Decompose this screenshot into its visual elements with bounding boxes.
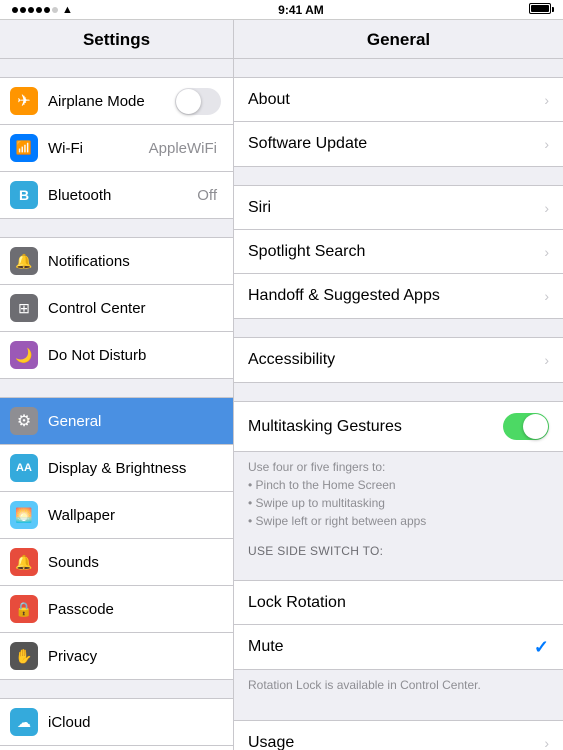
sidebar-label-wifi: Wi-Fi: [48, 140, 149, 157]
detail-item-siri[interactable]: Siri ›: [234, 186, 563, 230]
detail-label-mute: Mute: [248, 638, 534, 656]
detail-item-mute[interactable]: Mute ✓: [234, 625, 563, 669]
multitasking-hint: Use four or five fingers to:• Pinch to t…: [234, 452, 563, 538]
detail-group-multitasking: Multitasking Gestures: [234, 401, 563, 452]
detail-item-usage[interactable]: Usage ›: [234, 721, 563, 750]
sounds-icon: 🔔: [10, 548, 38, 576]
notifications-icon: 🔔: [10, 247, 38, 275]
display-icon: AA: [10, 454, 38, 482]
status-left: ▲: [12, 4, 73, 16]
detail-panel: General About › Software Update › Siri ›…: [234, 20, 563, 750]
chevron-icon: ›: [544, 735, 549, 750]
detail-label-lockrotation: Lock Rotation: [248, 594, 549, 612]
chevron-icon: ›: [544, 244, 549, 260]
detail-label-siri: Siri: [248, 199, 544, 217]
privacy-icon: ✋: [10, 642, 38, 670]
side-switch-label: USE SIDE SWITCH TO:: [234, 538, 563, 562]
detail-label-accessibility: Accessibility: [248, 351, 544, 369]
detail-group-about: About › Software Update ›: [234, 77, 563, 167]
status-bar: ▲ 9:41 AM: [0, 0, 563, 20]
donotdisturb-icon: 🌙: [10, 341, 38, 369]
detail-title: General: [234, 20, 563, 59]
sidebar-item-privacy[interactable]: ✋ Privacy: [0, 633, 233, 679]
sidebar-label-passcode: Passcode: [48, 601, 221, 618]
detail-group-usage: Usage › Background App Refresh ›: [234, 720, 563, 750]
sidebar-group-preferences: ⚙ General AA Display & Brightness 🌅 Wall…: [0, 397, 233, 680]
detail-item-accessibility[interactable]: Accessibility ›: [234, 338, 563, 382]
chevron-icon: ›: [544, 136, 549, 152]
sidebar-label-general: General: [48, 413, 221, 430]
sidebar-group-system: 🔔 Notifications ⊞ Control Center 🌙 Do No…: [0, 237, 233, 379]
detail-item-lockrotation[interactable]: Lock Rotation: [234, 581, 563, 625]
sidebar-label-privacy: Privacy: [48, 648, 221, 665]
status-right: [529, 3, 551, 17]
detail-label-about: About: [248, 91, 544, 109]
general-icon: ⚙: [10, 407, 38, 435]
detail-group-sideswitch: Lock Rotation Mute ✓: [234, 580, 563, 670]
sidebar-label-bluetooth: Bluetooth: [48, 187, 197, 204]
detail-label-softwareupdate: Software Update: [248, 135, 544, 153]
detail-group-accessibility: Accessibility ›: [234, 337, 563, 383]
sidebar-item-bluetooth[interactable]: B Bluetooth Off: [0, 172, 233, 218]
sidebar-item-controlcenter[interactable]: ⊞ Control Center: [0, 285, 233, 332]
detail-item-spotlight[interactable]: Spotlight Search ›: [234, 230, 563, 274]
sidebar-label-displaybrightness: Display & Brightness: [48, 460, 221, 477]
sidebar-label-controlcenter: Control Center: [48, 300, 221, 317]
bluetooth-icon: B: [10, 181, 38, 209]
sidebar-group-connectivity: ✈ Airplane Mode 📶 Wi-Fi AppleWiFi B Blue…: [0, 77, 233, 219]
detail-group-siri: Siri › Spotlight Search › Handoff & Sugg…: [234, 185, 563, 319]
chevron-icon: ›: [544, 288, 549, 304]
mute-checkmark: ✓: [534, 637, 549, 658]
sidebar-item-wallpaper[interactable]: 🌅 Wallpaper: [0, 492, 233, 539]
sidebar-label-donotdisturb: Do Not Disturb: [48, 347, 221, 364]
sidebar-item-displaybrightness[interactable]: AA Display & Brightness: [0, 445, 233, 492]
sidebar-item-passcode[interactable]: 🔒 Passcode: [0, 586, 233, 633]
signal-dots: [12, 7, 58, 13]
sidebar-label-sounds: Sounds: [48, 554, 221, 571]
sidebar-title: Settings: [0, 20, 233, 59]
status-time: 9:41 AM: [278, 3, 324, 17]
sidebar-item-donotdisturb[interactable]: 🌙 Do Not Disturb: [0, 332, 233, 378]
detail-label-multitasking: Multitasking Gestures: [248, 418, 503, 436]
sidebar-label-icloud: iCloud: [48, 714, 221, 731]
sidebar-value-wifi: AppleWiFi: [149, 140, 217, 157]
airplane-icon: ✈: [10, 87, 38, 115]
sidebar-item-itunes[interactable]: A iTunes & App Store: [0, 746, 233, 750]
detail-label-handoff: Handoff & Suggested Apps: [248, 287, 544, 305]
rotation-hint: Rotation Lock is available in Control Ce…: [234, 670, 563, 702]
sidebar-item-sounds[interactable]: 🔔 Sounds: [0, 539, 233, 586]
sidebar-item-wifi[interactable]: 📶 Wi-Fi AppleWiFi: [0, 125, 233, 172]
multitasking-toggle[interactable]: [503, 413, 549, 440]
main-layout: Settings ✈ Airplane Mode 📶 Wi-Fi AppleWi…: [0, 20, 563, 750]
sidebar-item-airplane[interactable]: ✈ Airplane Mode: [0, 78, 233, 125]
sidebar-group-accounts: ☁ iCloud A iTunes & App Store: [0, 698, 233, 750]
detail-item-softwareupdate[interactable]: Software Update ›: [234, 122, 563, 166]
sidebar-value-bluetooth: Off: [197, 187, 217, 204]
detail-label-spotlight: Spotlight Search: [248, 243, 544, 261]
sidebar-item-icloud[interactable]: ☁ iCloud: [0, 699, 233, 746]
detail-label-usage: Usage: [248, 734, 544, 750]
chevron-icon: ›: [544, 92, 549, 108]
airplane-toggle[interactable]: [175, 88, 221, 115]
passcode-icon: 🔒: [10, 595, 38, 623]
chevron-icon: ›: [544, 352, 549, 368]
sidebar-label-wallpaper: Wallpaper: [48, 507, 221, 524]
sidebar-label-notifications: Notifications: [48, 253, 221, 270]
wifi-icon: 📶: [10, 134, 38, 162]
sidebar: Settings ✈ Airplane Mode 📶 Wi-Fi AppleWi…: [0, 20, 234, 750]
detail-item-about[interactable]: About ›: [234, 78, 563, 122]
controlcenter-icon: ⊞: [10, 294, 38, 322]
wallpaper-icon: 🌅: [10, 501, 38, 529]
chevron-icon: ›: [544, 200, 549, 216]
sidebar-item-notifications[interactable]: 🔔 Notifications: [0, 238, 233, 285]
sidebar-label-airplane: Airplane Mode: [48, 93, 175, 110]
icloud-icon: ☁: [10, 708, 38, 736]
detail-item-multitasking[interactable]: Multitasking Gestures: [234, 402, 563, 451]
battery-indicator: [529, 3, 551, 17]
detail-item-handoff[interactable]: Handoff & Suggested Apps ›: [234, 274, 563, 318]
wifi-icon: ▲: [62, 4, 73, 16]
sidebar-item-general[interactable]: ⚙ General: [0, 398, 233, 445]
